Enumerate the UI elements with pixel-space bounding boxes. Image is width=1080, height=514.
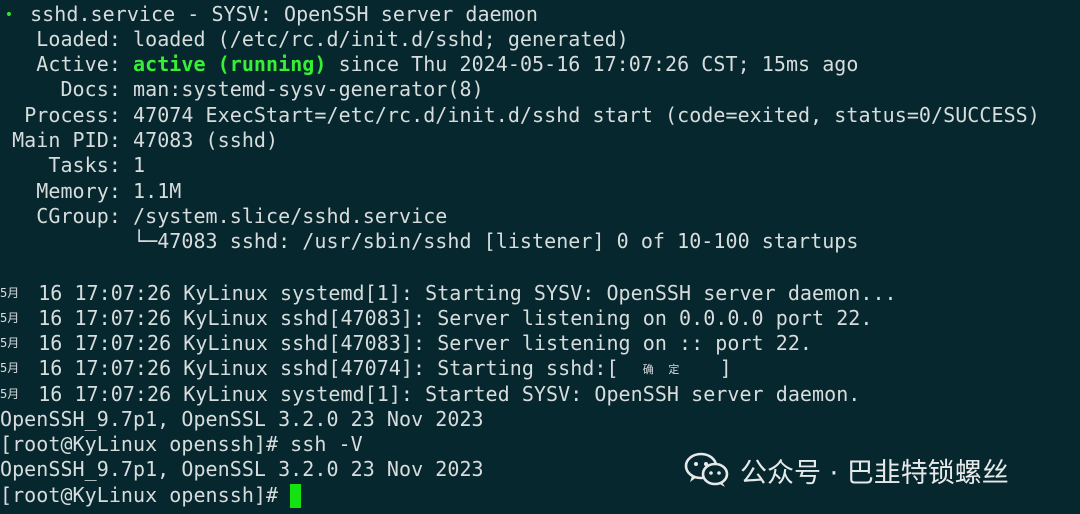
- tasks-line: Tasks: 1: [0, 153, 145, 178]
- tasks-value: 1: [133, 153, 146, 177]
- ok-status: 确 定: [642, 363, 684, 376]
- command-line: [root@KyLinux openssh]# ssh -V: [0, 432, 363, 456]
- docs-line: Docs: man:systemd-sysv-generator(8): [0, 77, 484, 102]
- prompt-line[interactable]: [root@KyLinux openssh]#: [0, 483, 302, 508]
- log-month: 5月: [0, 286, 20, 300]
- cgroup-line: CGroup: /system.slice/sshd.service: [0, 204, 447, 229]
- active-state: active (running): [133, 52, 327, 76]
- active-line: Active: active (running) since Thu 2024-…: [0, 52, 859, 77]
- log-text: 16 17:07:26 KyLinux sshd[47083]: Server …: [38, 331, 813, 355]
- terminal-window[interactable]: • sshd.service - SYSV: OpenSSH server da…: [0, 0, 1080, 514]
- tasks-label: Tasks:: [48, 153, 121, 177]
- log-text: 16 17:07:26 KyLinux systemd[1]: Starting…: [38, 281, 897, 305]
- log-text: 16 17:07:26 KyLinux sshd[47074]: Startin…: [38, 356, 619, 380]
- log-month: 5月: [0, 361, 20, 375]
- watermark: 公众号 · 巴韭特锁螺丝: [684, 448, 1009, 492]
- output-line: OpenSSH_9.7p1, OpenSSL 3.2.0 23 Nov 2023: [0, 407, 484, 431]
- log-month: 5月: [0, 336, 20, 350]
- service-title: sshd.service - SYSV: OpenSSH server daem…: [30, 2, 538, 26]
- active-label: Active:: [36, 52, 121, 76]
- process-value: 47074 ExecStart=/etc/rc.d/init.d/sshd st…: [133, 103, 1040, 127]
- memory-value: 1.1M: [133, 179, 182, 203]
- active-since: since Thu 2024-05-16 17:07:26 CST; 15ms …: [338, 52, 859, 76]
- log-line: 5月 16 17:07:26 KyLinux systemd[1]: Start…: [0, 382, 860, 407]
- log-line: 5月 16 17:07:26 KyLinux sshd[47083]: Serv…: [0, 331, 812, 356]
- log-line: 5月 16 17:07:26 KyLinux sshd[47074]: Star…: [0, 356, 732, 381]
- cgroup-label: CGroup:: [36, 204, 121, 228]
- cgroup-child-line: └─47083 sshd: /usr/sbin/sshd [listener] …: [0, 229, 858, 254]
- memory-label: Memory:: [36, 179, 121, 203]
- log-text: 16 17:07:26 KyLinux systemd[1]: Started …: [38, 382, 861, 406]
- status-bullet: •: [4, 7, 14, 23]
- memory-line: Memory: 1.1M: [0, 179, 181, 204]
- process-line: Process: 47074 ExecStart=/etc/rc.d/init.…: [0, 103, 1040, 128]
- log-text: 16 17:07:26 KyLinux sshd[47083]: Server …: [38, 306, 873, 330]
- log-month: 5月: [0, 311, 20, 325]
- docs-value: man:systemd-sysv-generator(8): [133, 77, 484, 101]
- watermark-text: 公众号 · 巴韭特锁螺丝: [740, 457, 1009, 489]
- cgroup-child: └─47083 sshd: /usr/sbin/sshd [listener] …: [133, 229, 859, 253]
- log-month: 5月: [0, 387, 20, 401]
- log-line: 5月 16 17:07:26 KyLinux sshd[47083]: Serv…: [0, 306, 872, 331]
- shell-prompt: [root@KyLinux openssh]#: [0, 483, 291, 507]
- docs-label: Docs:: [60, 77, 121, 101]
- main-pid-label: Main PID:: [12, 128, 121, 152]
- text-cursor[interactable]: [290, 483, 302, 508]
- loaded-line: Loaded: loaded (/etc/rc.d/init.d/sshd; g…: [0, 27, 629, 52]
- main-pid-line: Main PID: 47083 (sshd): [0, 128, 278, 153]
- log-line: 5月 16 17:07:26 KyLinux systemd[1]: Start…: [0, 281, 897, 306]
- loaded-label: Loaded:: [36, 27, 121, 51]
- service-title-line: • sshd.service - SYSV: OpenSSH server da…: [0, 2, 538, 27]
- output-line: OpenSSH_9.7p1, OpenSSL 3.2.0 23 Nov 2023: [0, 457, 484, 481]
- cgroup-value: /system.slice/sshd.service: [133, 204, 448, 228]
- process-label: Process:: [24, 103, 121, 127]
- loaded-value: loaded (/etc/rc.d/init.d/sshd; generated…: [133, 27, 629, 51]
- main-pid-value: 47083 (sshd): [133, 128, 279, 152]
- wechat-icon: [684, 450, 730, 490]
- ok-bracket: ]: [719, 356, 732, 380]
